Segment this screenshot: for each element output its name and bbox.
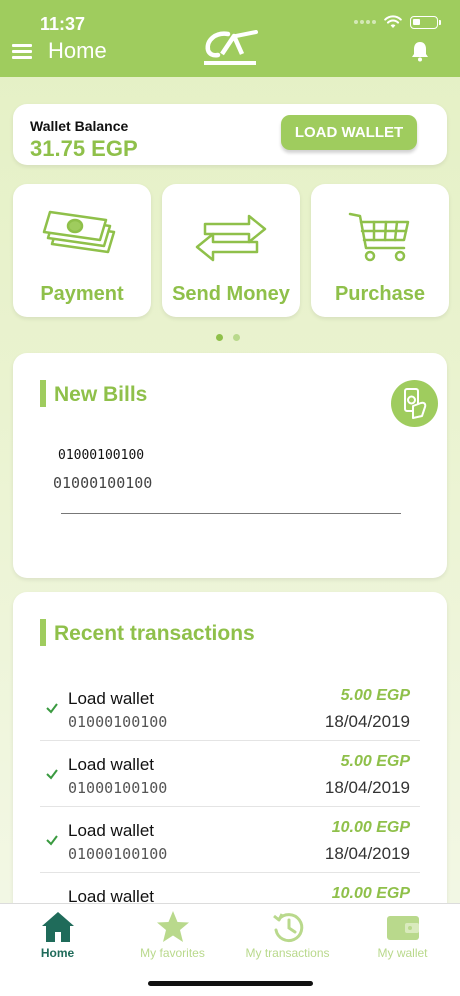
payment-tile[interactable]: Payment <box>13 184 151 317</box>
wifi-icon <box>384 15 402 28</box>
load-wallet-button[interactable]: LOAD WALLET <box>281 115 417 150</box>
hand-bill-icon <box>404 388 427 419</box>
nav-bar: Home <box>0 30 460 77</box>
app-screen: 11:37 Home Wallet Balance 31.75 EGP LOAD… <box>0 0 460 996</box>
star-icon <box>157 911 189 942</box>
purchase-label: Purchase <box>334 283 426 305</box>
wallet-balance-label: Wallet Balance <box>30 118 129 134</box>
tab-transactions-label: My transactions <box>245 946 330 960</box>
checkmark-icon <box>46 835 58 846</box>
carousel-pager <box>216 334 240 341</box>
recent-transactions-title: Recent transactions <box>54 622 255 645</box>
cart-icon <box>348 212 410 262</box>
checkmark-icon <box>46 769 58 780</box>
purchase-tile[interactable]: Purchase <box>311 184 449 317</box>
transaction-row[interactable]: Load wallet 01000100100 5.00 EGP 18/04/2… <box>40 741 420 807</box>
transaction-account: 01000100100 <box>68 779 168 797</box>
section-marker <box>40 380 46 407</box>
status-time: 11:37 <box>40 14 86 34</box>
payment-label: Payment <box>40 283 124 305</box>
bill-payment-icon[interactable] <box>391 380 438 427</box>
status-icons <box>354 15 441 29</box>
transaction-title: Load wallet <box>68 755 155 774</box>
new-bills-title: New Bills <box>54 383 148 406</box>
transfer-arrows-icon <box>195 214 267 262</box>
section-marker <box>40 619 46 646</box>
transaction-amount: 10.00 EGP <box>331 819 410 836</box>
divider <box>61 513 401 514</box>
wallet-balance-amount: 31.75 EGP <box>30 136 138 161</box>
transaction-row[interactable]: Load wallet 01000100100 5.00 EGP 18/04/2… <box>40 675 420 741</box>
pager-dot[interactable] <box>233 334 240 341</box>
battery-icon <box>410 15 441 29</box>
transaction-account: 01000100100 <box>68 713 168 731</box>
signal-icon <box>354 20 376 24</box>
transaction-date: 18/04/2019 <box>324 844 410 863</box>
history-clock-icon <box>273 913 304 943</box>
wallet-balance-card: Wallet Balance 31.75 EGP LOAD WALLET <box>13 104 447 165</box>
send-money-tile[interactable]: Send Money <box>162 184 300 317</box>
transaction-title: Load wallet <box>68 821 155 840</box>
send-money-label: Send Money <box>172 283 290 305</box>
transaction-row[interactable]: Load wallet 01000100100 10.00 EGP 18/04/… <box>40 807 420 873</box>
new-bills-card: New Bills 01000100100 01000100100 <box>13 353 447 578</box>
tab-wallet-label: My wallet <box>377 946 428 960</box>
tab-favorites-label: My favorites <box>140 946 205 960</box>
bill-code-primary: 01000100100 <box>58 448 145 463</box>
tab-home[interactable]: Home <box>0 908 115 964</box>
hamburger-menu-icon[interactable] <box>12 42 34 60</box>
transaction-amount: 10.00 EGP <box>331 885 410 902</box>
bank-logo <box>204 30 258 65</box>
tab-favorites[interactable]: My favorites <box>115 908 230 964</box>
pager-dot-active[interactable] <box>216 334 223 341</box>
home-icon <box>42 912 74 942</box>
bill-code-secondary: 01000100100 <box>53 474 153 492</box>
transaction-date: 18/04/2019 <box>324 778 410 797</box>
app-header: 11:37 Home <box>0 0 460 77</box>
page-title: Home <box>48 38 107 63</box>
transaction-amount: 5.00 EGP <box>340 687 410 704</box>
tab-transactions[interactable]: My transactions <box>230 908 345 964</box>
transaction-date: 18/04/2019 <box>324 712 410 731</box>
bell-icon[interactable] <box>408 39 432 63</box>
checkmark-icon <box>46 703 58 714</box>
cash-icon <box>42 210 116 254</box>
transaction-title: Load wallet <box>68 689 155 708</box>
tab-home-label: Home <box>40 946 75 960</box>
transaction-amount: 5.00 EGP <box>340 753 410 770</box>
home-indicator <box>148 981 313 986</box>
wallet-icon <box>387 916 419 940</box>
tab-wallet[interactable]: My wallet <box>345 908 460 964</box>
transaction-account: 01000100100 <box>68 845 168 863</box>
